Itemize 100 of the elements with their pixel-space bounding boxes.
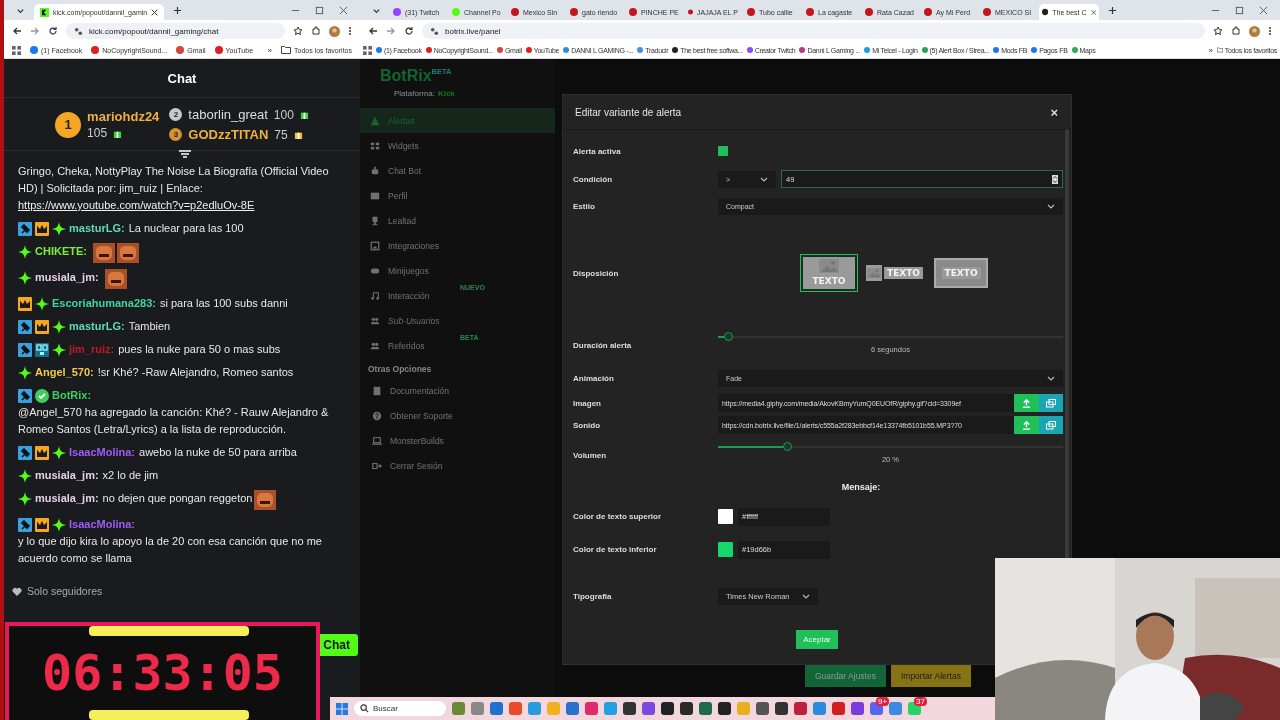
avatar-icon[interactable]	[1249, 25, 1260, 37]
document-icon	[372, 385, 382, 396]
people-icon	[370, 315, 380, 326]
menu-icon[interactable]	[1268, 26, 1272, 36]
gallery-button[interactable]	[1038, 416, 1063, 434]
chat-username[interactable]: Angel_570:	[35, 364, 94, 381]
nav-item[interactable]: MonsterBuilds	[360, 428, 555, 453]
chat-username[interactable]: IsaacMolina:	[69, 444, 136, 461]
menu-icon[interactable]	[348, 26, 352, 36]
address-bar[interactable]: kick.com/popout/dannil_gaming/chat	[66, 23, 285, 39]
app-icon[interactable]	[870, 702, 883, 715]
app-icon[interactable]	[775, 702, 788, 715]
nav-item[interactable]: Lealtad	[360, 208, 555, 233]
app-icon[interactable]	[756, 702, 769, 715]
chat-username[interactable]: IsaacMolina:	[69, 516, 136, 533]
close-button[interactable]: ×	[1047, 104, 1061, 120]
app-icon[interactable]	[908, 702, 921, 715]
upload-button[interactable]	[1014, 416, 1039, 434]
chat-message: Tambien	[128, 319, 171, 334]
heart-icon	[12, 586, 22, 596]
chat-username[interactable]: Escoriahumana283:	[52, 295, 156, 312]
bookmark-icon	[1071, 47, 1078, 53]
color-swatch[interactable]	[718, 509, 733, 524]
tab-list-icon[interactable]	[16, 6, 25, 15]
apps-icon[interactable]	[363, 45, 372, 55]
app-icon[interactable]	[661, 702, 674, 715]
slider-thumb[interactable]	[783, 442, 792, 451]
chat-username[interactable]: masturLG:	[69, 220, 125, 237]
chat-username[interactable]: musiala_jm:	[35, 490, 99, 507]
forward-icon[interactable]	[386, 26, 396, 36]
warning-icon	[370, 115, 380, 126]
import-button[interactable]: Importar Alertas	[890, 665, 971, 687]
app-icon[interactable]	[699, 702, 712, 715]
avatar-icon[interactable]	[329, 25, 340, 37]
nav-item[interactable]: Widgets	[360, 133, 555, 158]
new-tab-icon[interactable]	[1108, 6, 1117, 15]
back-icon[interactable]	[12, 26, 22, 36]
emote-icon	[254, 490, 277, 510]
chat-message: no dejen que pongan reggeton	[102, 491, 253, 506]
chat-username[interactable]: musiala_jm:	[35, 467, 99, 484]
app-icon[interactable]	[851, 702, 864, 715]
chat-username[interactable]: masturLG:	[69, 318, 125, 335]
bookmark-star-icon[interactable]	[293, 26, 303, 36]
maximize-icon[interactable]	[315, 6, 324, 15]
bookmark-icon	[672, 47, 679, 53]
chat-username[interactable]: BotRix:	[52, 387, 92, 404]
nav-item[interactable]: Chat Bot	[360, 158, 555, 183]
start-icon[interactable]	[336, 702, 348, 715]
crown-badge-icon	[35, 517, 49, 532]
bookmark-star-icon[interactable]	[1213, 26, 1223, 36]
app-icon[interactable]	[680, 702, 693, 715]
bookmark-icon	[376, 47, 382, 53]
nav-item[interactable]: Perfil	[360, 183, 555, 208]
gallery-button[interactable]	[1038, 394, 1063, 412]
extensions-icon[interactable]	[311, 26, 321, 36]
chat-username[interactable]: CHIKETE:	[35, 243, 87, 260]
spinner-icon[interactable]	[1052, 174, 1058, 184]
close-icon[interactable]	[151, 8, 159, 16]
app-icon[interactable]	[718, 702, 731, 715]
notification-badge: 9+	[876, 697, 890, 706]
leaderboard-user: GODzzTITAN	[188, 127, 269, 142]
field-label: Alerta activa	[573, 146, 622, 156]
image-icon	[370, 240, 380, 251]
gift-count: 100	[273, 107, 294, 122]
nav-item[interactable]: Obtener Soporte	[360, 403, 555, 428]
address-bar[interactable]: botrix.live/panel	[422, 23, 1205, 39]
back-icon[interactable]	[368, 26, 378, 36]
reload-icon[interactable]	[48, 26, 58, 36]
nav-item[interactable]: Minijuegos	[360, 258, 555, 283]
field-label: Volumen	[573, 450, 608, 460]
logo-text: BotRix	[380, 67, 432, 85]
tab-list-icon[interactable]	[372, 6, 381, 15]
gift-icon	[293, 130, 303, 139]
new-tab-icon[interactable]	[173, 6, 183, 15]
chat-username[interactable]: musiala_jm:	[35, 269, 99, 286]
checkbox[interactable]	[718, 146, 728, 156]
emote-icon	[116, 243, 139, 263]
site-info-icon	[430, 26, 439, 36]
upload-button[interactable]	[1014, 394, 1039, 412]
bookmark-icon	[921, 47, 928, 53]
favicon-icon	[1042, 8, 1049, 16]
logout-icon	[372, 460, 382, 471]
more-bookmarks[interactable]: »	[267, 45, 272, 55]
nav-item[interactable]: Documentación	[360, 378, 555, 403]
maximize-icon[interactable]	[1235, 6, 1244, 15]
more-bookmarks[interactable]: »	[1208, 45, 1213, 55]
search-field[interactable]: Buscar	[354, 701, 446, 716]
gift-count: 75	[274, 127, 288, 142]
app-icon[interactable]	[623, 702, 636, 715]
color-swatch[interactable]	[718, 542, 733, 557]
pinned-toggle-icon[interactable]	[178, 150, 192, 160]
reload-icon[interactable]	[404, 26, 414, 36]
slider-thumb[interactable]	[724, 332, 734, 341]
gift-count: 105	[87, 126, 108, 140]
apps-icon[interactable]	[12, 45, 21, 55]
forward-icon[interactable]	[30, 26, 40, 36]
extensions-icon[interactable]	[1231, 26, 1241, 36]
message-link[interactable]: https://www.youtube.com/watch?v=p2edluOv-8E	[18, 197, 346, 214]
nav-item[interactable]: Integraciones	[360, 233, 555, 258]
nav-item[interactable]: Cerrar Sesión	[360, 453, 555, 478]
